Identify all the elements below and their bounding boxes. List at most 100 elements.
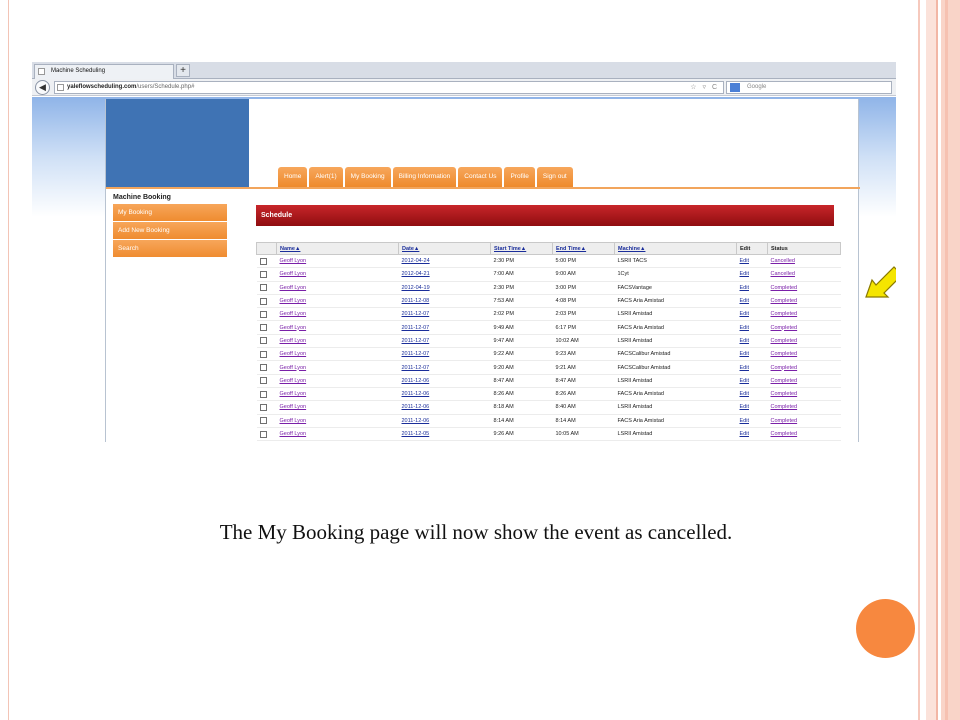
start-time-column-header[interactable]: Start Time▲ (490, 242, 553, 255)
row-date-link[interactable]: 2011-12-08 (398, 294, 491, 309)
checkbox-icon[interactable] (259, 430, 267, 438)
row-name-link[interactable]: Geoff Lyon (276, 267, 399, 282)
row-checkbox[interactable] (256, 414, 277, 428)
row-date-link[interactable]: 2012-04-24 (398, 254, 491, 269)
row-edit-link[interactable]: Edit (736, 400, 768, 415)
row-date-link[interactable]: 2011-12-05 (398, 427, 491, 442)
row-date-link[interactable]: 2012-04-19 (398, 281, 491, 295)
row-checkbox[interactable] (256, 307, 277, 322)
checkbox-icon[interactable] (259, 257, 267, 265)
checkbox-icon[interactable] (259, 350, 267, 358)
row-date-link[interactable]: 2011-12-07 (398, 320, 491, 335)
row-checkbox[interactable] (256, 374, 277, 388)
checkbox-icon[interactable] (259, 270, 267, 278)
new-tab-button[interactable]: + (176, 64, 190, 77)
checkbox-icon[interactable] (259, 337, 267, 345)
row-checkbox[interactable] (256, 320, 277, 335)
nav-alert[interactable]: Alert(1) (309, 167, 343, 187)
date-column-header[interactable]: Date▲ (398, 242, 491, 255)
row-name-link[interactable]: Geoff Lyon (276, 254, 399, 269)
row-status-link[interactable]: Completed (767, 307, 841, 322)
row-checkbox[interactable] (256, 427, 277, 442)
sidebar-item-add-new-booking[interactable]: Add New Booking (113, 222, 227, 239)
row-edit-link[interactable]: Edit (736, 294, 768, 309)
row-edit-link[interactable]: Edit (736, 334, 768, 349)
checkbox-icon[interactable] (259, 417, 267, 425)
row-checkbox[interactable] (256, 281, 277, 295)
row-name-link[interactable]: Geoff Lyon (276, 281, 399, 295)
row-edit-link[interactable]: Edit (736, 427, 768, 442)
checkbox-icon[interactable] (259, 390, 267, 398)
nav-home[interactable]: Home (278, 167, 308, 187)
row-name-link[interactable]: Geoff Lyon (276, 334, 399, 349)
row-status-link[interactable]: Completed (767, 387, 841, 402)
row-edit-link[interactable]: Edit (736, 320, 768, 335)
row-edit-link[interactable]: Edit (736, 387, 768, 402)
row-name-link[interactable]: Geoff Lyon (276, 374, 399, 388)
end-time-column-header[interactable]: End Time▲ (552, 242, 615, 255)
checkbox-icon[interactable] (259, 297, 267, 305)
row-status-link[interactable]: Completed (767, 294, 841, 309)
row-date-link[interactable]: 2011-12-06 (398, 400, 491, 415)
row-status-link[interactable]: Completed (767, 400, 841, 415)
row-date-link[interactable]: 2011-12-06 (398, 387, 491, 402)
row-date-link[interactable]: 2011-12-07 (398, 360, 491, 375)
row-name-link[interactable]: Geoff Lyon (276, 427, 399, 442)
row-checkbox[interactable] (256, 254, 277, 269)
row-edit-link[interactable]: Edit (736, 374, 768, 388)
nav-profile[interactable]: Profile (504, 167, 535, 187)
checkbox-icon[interactable] (259, 310, 267, 318)
row-checkbox[interactable] (256, 334, 277, 349)
row-checkbox[interactable] (256, 387, 277, 402)
row-date-link[interactable]: 2011-12-06 (398, 374, 491, 388)
row-checkbox[interactable] (256, 360, 277, 375)
nav-my-booking[interactable]: My Booking (344, 167, 391, 187)
row-date-link[interactable]: 2012-04-21 (398, 267, 491, 282)
row-date-link[interactable]: 2011-12-07 (398, 307, 491, 322)
nav-billing-information[interactable]: Billing Information (392, 167, 457, 187)
row-status-link[interactable]: Completed (767, 281, 841, 295)
row-date-link[interactable]: 2011-12-07 (398, 334, 491, 349)
row-edit-link[interactable]: Edit (736, 360, 768, 375)
sidebar-item-my-booking[interactable]: My Booking (113, 204, 227, 221)
browser-tab[interactable]: Machine Scheduling (34, 64, 174, 79)
row-name-link[interactable]: Geoff Lyon (276, 294, 399, 309)
row-status-link[interactable]: Completed (767, 414, 841, 428)
checkbox-icon[interactable] (259, 403, 267, 411)
checkbox-icon[interactable] (259, 284, 267, 292)
row-edit-link[interactable]: Edit (736, 254, 768, 269)
row-name-link[interactable]: Geoff Lyon (276, 347, 399, 362)
row-edit-link[interactable]: Edit (736, 307, 768, 322)
row-name-link[interactable]: Geoff Lyon (276, 387, 399, 402)
row-date-link[interactable]: 2011-12-07 (398, 347, 491, 362)
nav-contact-us[interactable]: Contact Us (458, 167, 503, 187)
back-arrow-icon[interactable]: ◀ (35, 80, 50, 95)
address-bar[interactable]: yaleflowscheduling.com/users/Schedule.ph… (54, 81, 724, 94)
row-status-link[interactable]: Completed (767, 360, 841, 375)
row-status-link[interactable]: Cancelled (767, 254, 841, 269)
sidebar-item-search[interactable]: Search (113, 240, 227, 257)
row-checkbox[interactable] (256, 400, 277, 415)
url-bar-icons[interactable]: ☆ ▿ C (690, 82, 719, 93)
checkbox-icon[interactable] (259, 364, 267, 372)
browser-search-input[interactable]: Google (726, 81, 892, 94)
row-status-link[interactable]: Completed (767, 334, 841, 349)
row-status-link[interactable]: Cancelled (767, 267, 841, 282)
row-name-link[interactable]: Geoff Lyon (276, 320, 399, 335)
row-name-link[interactable]: Geoff Lyon (276, 307, 399, 322)
row-name-link[interactable]: Geoff Lyon (276, 360, 399, 375)
row-checkbox[interactable] (256, 347, 277, 362)
nav-sign-out[interactable]: Sign out (536, 167, 573, 187)
row-checkbox[interactable] (256, 294, 277, 309)
row-status-link[interactable]: Completed (767, 374, 841, 388)
checkbox-icon[interactable] (259, 324, 267, 332)
row-edit-link[interactable]: Edit (736, 267, 768, 282)
row-edit-link[interactable]: Edit (736, 281, 768, 295)
row-edit-link[interactable]: Edit (736, 414, 768, 428)
row-name-link[interactable]: Geoff Lyon (276, 400, 399, 415)
row-name-link[interactable]: Geoff Lyon (276, 414, 399, 428)
row-checkbox[interactable] (256, 267, 277, 282)
checkbox-icon[interactable] (259, 377, 267, 385)
machine-column-header[interactable]: Machine▲ (614, 242, 737, 255)
name-column-header[interactable]: Name▲ (276, 242, 399, 255)
